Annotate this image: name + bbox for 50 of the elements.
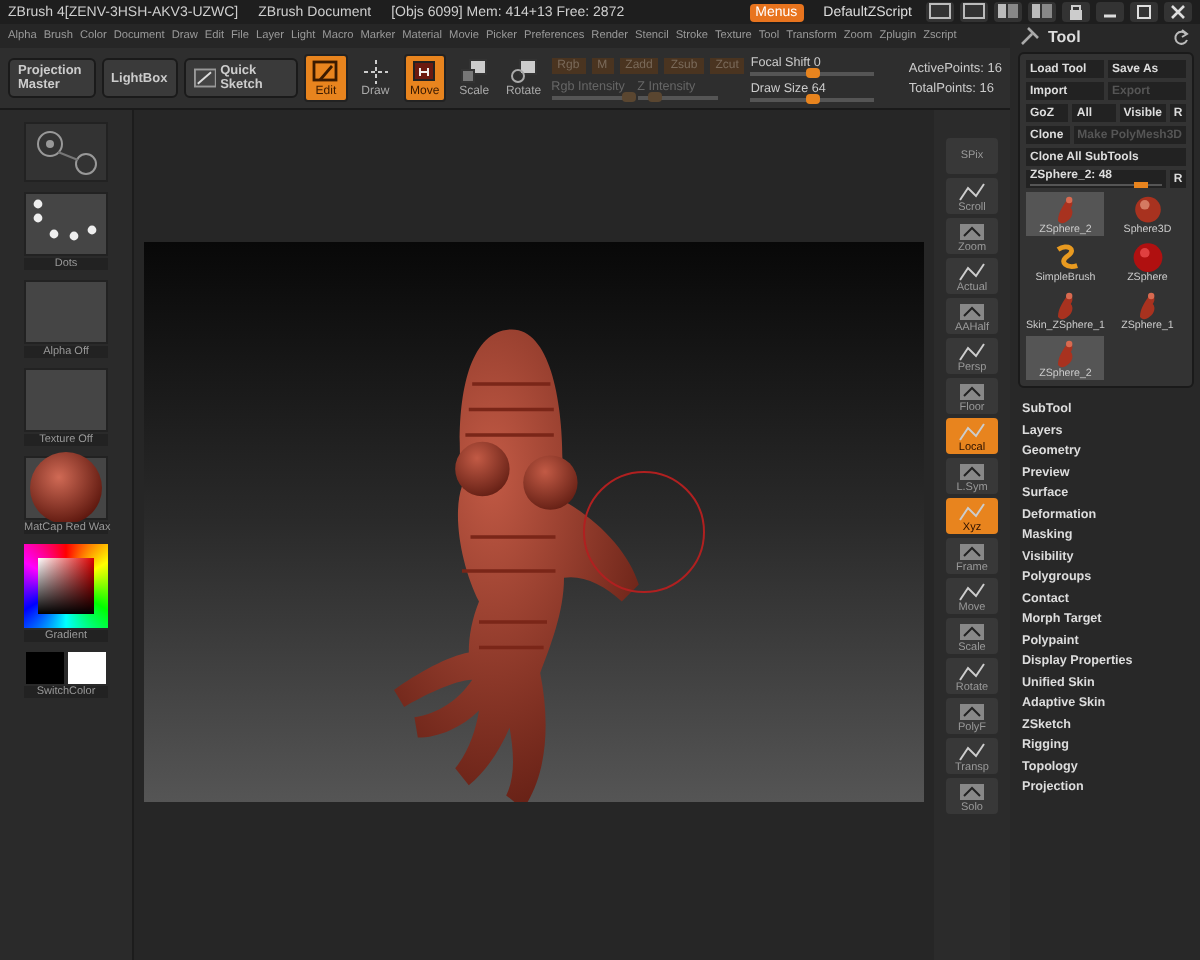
view-icon [956, 619, 988, 641]
edit-icon [309, 58, 342, 84]
view-icon [956, 459, 988, 481]
texture-thumbnail[interactable] [24, 368, 108, 432]
document-canvas[interactable] [144, 242, 924, 802]
color-swatch[interactable] [26, 652, 64, 684]
close-button[interactable] [1164, 2, 1192, 22]
layout-button[interactable] [994, 2, 1022, 22]
restore-button[interactable] [1130, 2, 1158, 22]
lock-button[interactable] [1062, 2, 1090, 22]
minimize-button[interactable] [1096, 2, 1124, 22]
alpha-thumbnail[interactable] [24, 280, 108, 344]
sphere-icon [28, 450, 104, 526]
slider-thumb[interactable] [806, 67, 821, 77]
color-picker[interactable] [24, 544, 108, 628]
view-icon [956, 779, 988, 801]
window-button[interactable] [926, 2, 954, 22]
view-icon [956, 379, 988, 401]
view-icon [956, 699, 988, 721]
color-swatch[interactable] [68, 652, 106, 684]
slider-thumb[interactable] [806, 93, 821, 103]
view-icon [956, 539, 988, 561]
view-icon [956, 659, 988, 681]
view-icon [956, 219, 988, 241]
view-icon [956, 299, 988, 321]
lock-icon [1064, 2, 1088, 22]
refresh-icon [1172, 27, 1190, 45]
layout-icon [996, 2, 1020, 22]
brush-cursor-ring [583, 471, 705, 593]
stroke-thumbnail[interactable] [24, 192, 108, 256]
restore-icon [1132, 2, 1156, 22]
crosshair-icon [359, 58, 392, 84]
window-icon [962, 2, 986, 22]
layout-button[interactable] [1028, 2, 1056, 22]
window-button[interactable] [960, 2, 988, 22]
view-icon [956, 339, 988, 361]
slider-thumb[interactable] [1133, 182, 1148, 188]
sketch-icon [193, 68, 217, 88]
close-icon [1166, 2, 1190, 22]
view-icon [956, 179, 988, 201]
view-icon [956, 739, 988, 761]
layout-icon [1030, 2, 1054, 22]
view-icon [956, 259, 988, 281]
window-icon [928, 2, 952, 22]
view-icon [956, 499, 988, 521]
view-icon [956, 579, 988, 601]
material-thumbnail[interactable] [24, 456, 108, 520]
view-icon [956, 419, 988, 441]
pin-icon [1020, 26, 1040, 46]
panel-title: Tool [1048, 27, 1081, 45]
